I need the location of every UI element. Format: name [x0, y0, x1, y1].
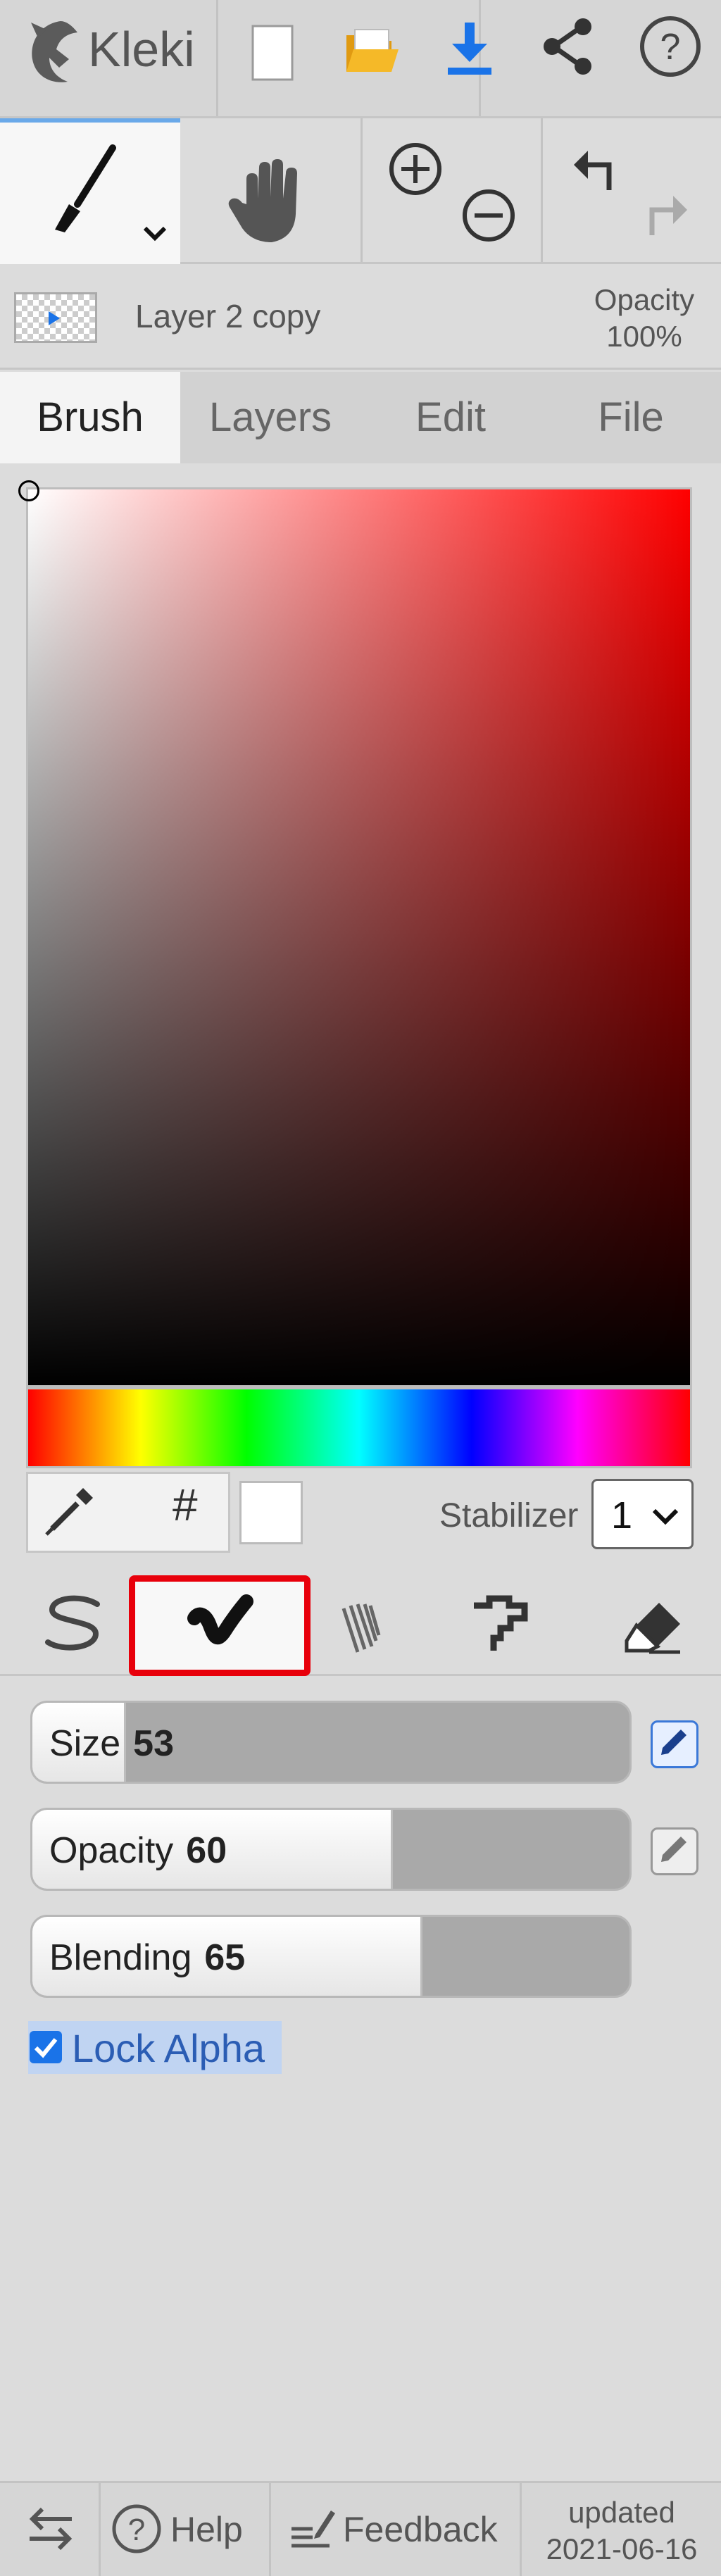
updated-label: updated — [568, 2496, 675, 2529]
kleki-logo-icon — [25, 17, 86, 87]
size-slider-value: 53 — [133, 1723, 174, 1764]
app-name: Kleki — [88, 22, 195, 77]
download-icon[interactable] — [445, 21, 494, 77]
redo-icon[interactable] — [638, 185, 694, 241]
sketchy-brush-icon[interactable] — [337, 1596, 393, 1659]
toolbar-divider — [541, 118, 543, 262]
tab-file[interactable]: File — [541, 372, 721, 463]
hue-slider[interactable] — [26, 1387, 692, 1468]
size-pressure-toggle[interactable] — [651, 1720, 698, 1768]
pen-brush-icon[interactable] — [39, 1593, 110, 1656]
tab-edit[interactable]: Edit — [360, 372, 541, 463]
current-color-swatch[interactable] — [239, 1481, 303, 1544]
tab-brush[interactable]: Brush — [0, 372, 180, 463]
zoom-out-icon[interactable] — [459, 186, 518, 245]
undo-icon[interactable] — [567, 141, 623, 197]
chevron-down-icon — [652, 1508, 679, 1525]
layer-opacity-label: Opacity — [594, 283, 695, 316]
eyedropper-icon[interactable] — [42, 1482, 99, 1539]
lock-alpha-label[interactable]: Lock Alpha — [72, 2025, 265, 2071]
tab-layers[interactable]: Layers — [180, 372, 360, 463]
swap-side-icon[interactable] — [25, 2503, 76, 2553]
hand-tool-icon[interactable] — [225, 155, 317, 246]
size-slider-label: Size 53 — [49, 1723, 174, 1764]
layer-opacity[interactable]: Opacity 100% — [577, 282, 711, 355]
stabilizer-select[interactable]: 1 — [591, 1479, 694, 1549]
layer-opacity-value: 100% — [606, 320, 682, 353]
opacity-pressure-toggle[interactable] — [651, 1827, 698, 1875]
bottom-divider — [269, 2483, 271, 2576]
opacity-slider-value: 60 — [186, 1830, 227, 1871]
saturation-value-picker[interactable] — [26, 487, 692, 1387]
updated-date: 2021-06-16 — [546, 2532, 698, 2565]
opacity-slider[interactable]: Opacity 60 — [30, 1808, 632, 1891]
blending-slider-label: Blending 65 — [49, 1937, 246, 1978]
open-folder-icon[interactable] — [344, 25, 400, 76]
help-icon[interactable]: ? — [110, 2502, 163, 2556]
stabilizer-label: Stabilizer — [439, 1497, 579, 1534]
layer-thumbnail[interactable] — [14, 292, 97, 343]
stabilizer-value: 1 — [611, 1494, 633, 1537]
hex-input-button[interactable]: # — [173, 1479, 198, 1531]
feedback-button-label[interactable]: Feedback — [343, 2509, 498, 2550]
brush-tool-icon — [49, 141, 127, 239]
opacity-slider-label: Opacity 60 — [49, 1830, 227, 1871]
main-tabs: Brush Layers Edit File — [0, 372, 721, 463]
toolbar-divider — [216, 0, 218, 116]
pen-pressure-icon — [661, 1837, 686, 1862]
help-button-label[interactable]: Help — [170, 2509, 243, 2550]
eraser-icon[interactable] — [621, 1599, 684, 1655]
blending-slider[interactable]: Blending 65 — [30, 1915, 632, 1998]
share-icon[interactable] — [541, 17, 597, 76]
feedback-icon[interactable] — [287, 2503, 337, 2553]
blending-slider-value: 65 — [204, 1937, 246, 1978]
bottom-divider — [99, 2483, 101, 2576]
new-file-icon[interactable] — [251, 24, 294, 82]
svg-text:?: ? — [660, 27, 681, 68]
bottom-divider — [520, 2483, 522, 2576]
chevron-down-icon[interactable] — [141, 223, 169, 244]
active-layer-name[interactable]: Layer 2 copy — [135, 297, 320, 335]
pen-pressure-icon — [661, 1730, 686, 1755]
checkmark-icon — [34, 2038, 58, 2058]
svg-text:?: ? — [128, 2513, 145, 2547]
blend-brush-icon — [184, 1593, 255, 1656]
lock-alpha-checkbox[interactable] — [30, 2031, 62, 2063]
color-picker-marker[interactable] — [18, 480, 39, 501]
zoom-in-icon[interactable] — [386, 139, 445, 199]
pixel-brush-icon[interactable] — [468, 1593, 539, 1656]
size-slider[interactable]: Size 53 — [30, 1701, 632, 1784]
updated-info[interactable]: updated 2021-06-16 — [527, 2494, 717, 2568]
help-circle-icon[interactable]: ? — [638, 14, 703, 79]
toolbar-divider — [360, 118, 363, 262]
